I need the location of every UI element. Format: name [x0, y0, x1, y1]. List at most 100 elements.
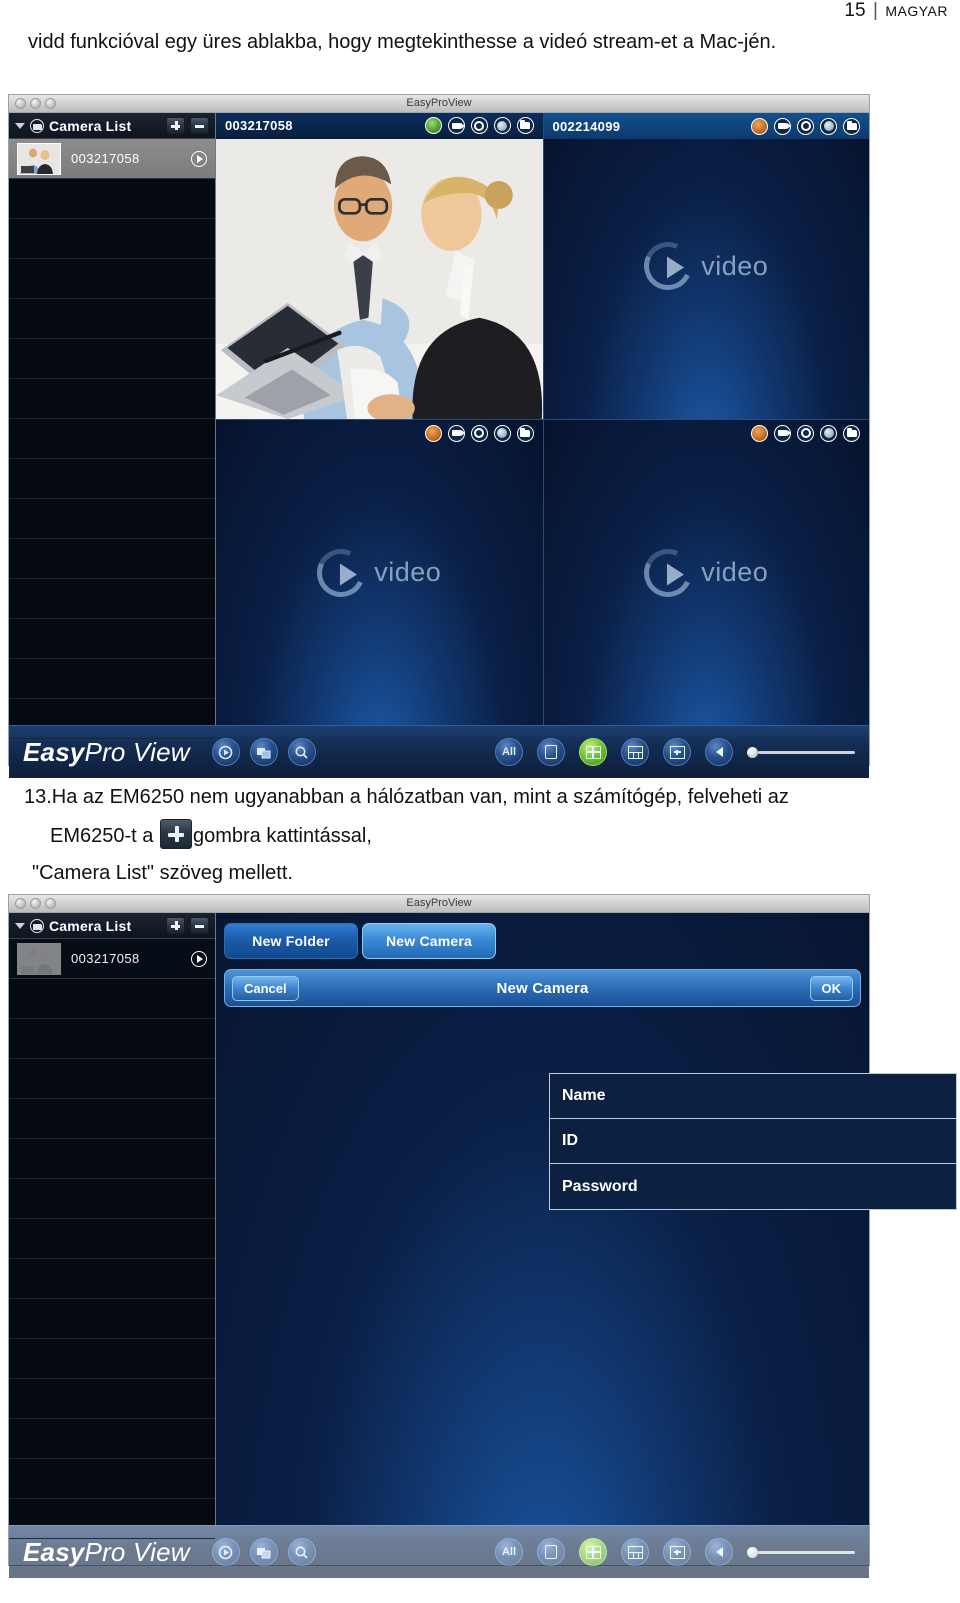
dialog-tabs[interactable]: New Folder New Camera — [216, 913, 869, 959]
snapshot-icon[interactable] — [797, 424, 814, 442]
instruction-line-2-before: EM6250-t a — [50, 825, 154, 847]
playback-icon[interactable] — [211, 738, 240, 766]
video-pane[interactable]: video — [542, 419, 869, 725]
pane-titlebar: 003217058 — [216, 113, 543, 139]
list-item[interactable]: 003217058 — [9, 939, 215, 979]
camera-list-title: Camera List — [49, 917, 132, 934]
search-icon[interactable] — [287, 1538, 316, 1566]
toolbar-left-group[interactable] — [211, 1538, 316, 1566]
pane-icon-group[interactable] — [751, 424, 860, 442]
empty-row — [9, 1059, 215, 1099]
speaker-icon[interactable] — [705, 738, 733, 766]
audio-icon[interactable] — [820, 117, 837, 135]
id-field-label: ID — [562, 1132, 578, 1149]
layout-fullscreen-icon[interactable] — [663, 738, 691, 766]
triangle-down-icon[interactable] — [15, 922, 25, 929]
empty-row — [9, 579, 215, 619]
form-row-name[interactable]: Name — [550, 1074, 956, 1119]
volume-slider-track[interactable] — [758, 750, 855, 754]
empty-row — [9, 339, 215, 379]
pane-titlebar: 002214099 — [543, 113, 869, 139]
instruction-line-2-after: gombra kattintással, — [192, 825, 372, 847]
triangle-down-icon[interactable] — [15, 122, 25, 129]
playback-icon[interactable] — [211, 1538, 240, 1566]
layout-six-icon[interactable] — [621, 1538, 649, 1566]
empty-row — [9, 1339, 215, 1379]
layout-single-icon[interactable] — [537, 738, 565, 766]
video-placeholder: video — [544, 113, 870, 419]
plus-icon — [159, 819, 192, 849]
folder-icon[interactable] — [516, 424, 534, 442]
search-icon[interactable] — [287, 738, 316, 766]
audio-icon[interactable] — [493, 117, 511, 134]
audio-icon[interactable] — [493, 424, 511, 442]
video-pane[interactable]: 003217058 — [216, 113, 543, 419]
record-icon[interactable] — [447, 117, 465, 134]
form-row-id[interactable]: ID — [550, 1119, 956, 1164]
ok-button[interactable]: OK — [809, 975, 853, 1001]
folder-icon[interactable] — [843, 117, 860, 135]
folder-icon[interactable] — [516, 117, 534, 134]
tab-new-camera[interactable]: New Camera — [362, 923, 496, 959]
volume-slider[interactable] — [747, 1546, 855, 1558]
empty-row — [9, 1179, 215, 1219]
status-icon[interactable] — [751, 117, 768, 135]
chevron-right-icon[interactable] — [191, 150, 207, 167]
volume-slider[interactable] — [747, 746, 855, 758]
window-titlebar[interactable]: EasyProView — [9, 95, 869, 113]
snapshot-icon[interactable] — [470, 424, 488, 442]
logo-bold-text: Easy — [23, 1536, 85, 1567]
layout-quad-icon[interactable] — [579, 738, 607, 766]
remove-camera-button[interactable] — [190, 917, 209, 934]
record-icon[interactable] — [774, 117, 791, 135]
all-cameras-button[interactable]: All — [495, 738, 523, 766]
thumbnail-image — [18, 943, 60, 974]
layout-fullscreen-icon[interactable] — [663, 1538, 691, 1566]
empty-row — [9, 1019, 215, 1059]
speaker-icon[interactable] — [705, 1538, 733, 1566]
toolbar-right-group[interactable]: All — [495, 738, 855, 766]
snapshot-gallery-icon[interactable] — [249, 1538, 278, 1566]
list-item[interactable]: 003217058 — [9, 139, 215, 179]
status-icon[interactable] — [424, 117, 442, 134]
add-camera-button[interactable] — [166, 117, 185, 134]
easyproview-dialog-window: EasyProView Camera List 003217058 New Fo… — [8, 894, 957, 1578]
business-people-photo — [216, 139, 543, 419]
camera-list-header: Camera List — [9, 913, 215, 939]
all-cameras-button[interactable]: All — [495, 1538, 523, 1566]
folder-icon[interactable] — [843, 424, 860, 442]
volume-slider-knob[interactable] — [747, 746, 758, 758]
video-pane[interactable]: video — [216, 419, 543, 725]
snapshot-icon[interactable] — [797, 117, 814, 135]
pane-icon-group[interactable] — [424, 117, 534, 134]
window-titlebar[interactable]: EasyProView — [9, 895, 869, 913]
remove-camera-button[interactable] — [190, 117, 209, 134]
snapshot-gallery-icon[interactable] — [249, 738, 278, 766]
volume-slider-track[interactable] — [758, 1550, 855, 1554]
pane-icon-group[interactable] — [424, 424, 534, 442]
audio-icon[interactable] — [820, 424, 837, 442]
tab-new-folder[interactable]: New Folder — [224, 923, 358, 959]
chevron-right-icon[interactable] — [191, 950, 207, 967]
toolbar-right-group[interactable]: All — [495, 1538, 855, 1566]
status-icon[interactable] — [751, 424, 768, 442]
add-camera-button[interactable] — [166, 917, 185, 934]
video-placeholder: video — [216, 420, 543, 725]
layout-quad-icon[interactable] — [579, 1538, 607, 1566]
camera-id-label: 003217058 — [71, 951, 140, 966]
snapshot-icon[interactable] — [470, 117, 488, 134]
form-row-password[interactable]: Password — [550, 1164, 956, 1209]
window-body: Camera List 003217058 — [9, 913, 957, 1539]
toolbar-left-group[interactable] — [211, 738, 316, 766]
record-icon[interactable] — [774, 424, 791, 442]
status-icon[interactable] — [424, 424, 442, 442]
record-icon[interactable] — [447, 424, 465, 442]
cancel-button[interactable]: Cancel — [232, 975, 299, 1001]
layout-single-icon[interactable] — [537, 1538, 565, 1566]
layout-six-icon[interactable] — [621, 738, 649, 766]
volume-slider-knob[interactable] — [747, 1546, 758, 1558]
empty-row — [9, 1299, 215, 1339]
video-pane[interactable]: 002214099 video — [542, 113, 870, 419]
pane-icon-group[interactable] — [751, 117, 860, 135]
pane-camera-name: 003217058 — [225, 118, 293, 133]
